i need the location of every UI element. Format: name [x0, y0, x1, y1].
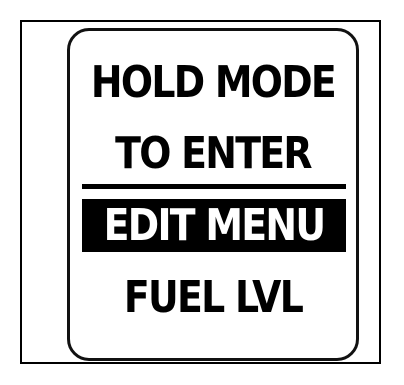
divider-line [82, 184, 346, 189]
menu-item-fuel-level[interactable]: FUEL LVL [90, 274, 336, 322]
selected-menu-item[interactable]: EDIT MENU [82, 199, 346, 252]
instruction-line-2: TO ENTER [115, 128, 312, 179]
selected-menu-label: EDIT MENU [103, 200, 326, 251]
gauge-display-screen: HOLD MODE TO ENTER EDIT MENU FUEL LVL [67, 28, 359, 361]
instruction-line-1: HOLD MODE [90, 57, 337, 108]
